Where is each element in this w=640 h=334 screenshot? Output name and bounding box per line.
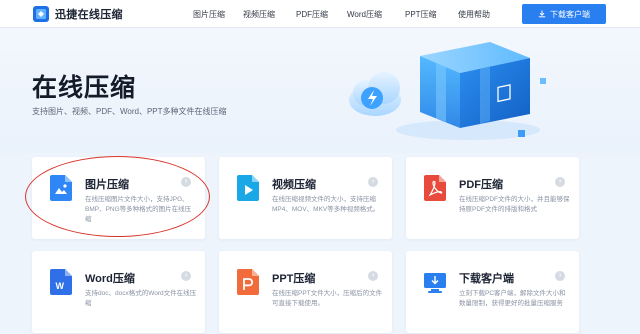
card-title: 视频压缩: [272, 179, 316, 191]
card-description: 在线压缩PDF文件的大小，并且能够保持原PDF文件的排版和格式: [459, 196, 570, 213]
card-description: 支持doc、docx格式的Word文件在线压缩: [85, 290, 197, 307]
image-file-icon: [50, 175, 72, 201]
nav-ppt-compress[interactable]: PPT压缩: [405, 9, 437, 20]
card-download-client[interactable]: 下载客户端 立刻下载PC客户端，解除文件大小和数量限制，获得更好的批量压缩服务 …: [406, 251, 579, 333]
chevron-right-icon: ›: [555, 271, 565, 281]
chevron-right-icon: ›: [555, 177, 565, 187]
card-title: PDF压缩: [459, 179, 503, 191]
nav-word-compress[interactable]: Word压缩: [347, 9, 382, 20]
ppt-file-icon: [237, 269, 259, 295]
card-title: 图片压缩: [85, 179, 129, 191]
download-icon: [538, 10, 546, 18]
card-image-compress[interactable]: 图片压缩 在线压缩图片文件大小，支持JPG、BMP、PNG等多种格式的图片在线压…: [32, 157, 205, 239]
top-header: 迅捷在线压缩 图片压缩 视频压缩 PDF压缩 Word压缩 PPT压缩 使用帮助…: [0, 0, 640, 28]
download-client-button[interactable]: 下载客户端: [522, 4, 606, 24]
hero-banner: 在线压缩 支持图片、视频、PDF、Word、PPT多种文件在线压缩: [0, 28, 640, 153]
nav-image-compress[interactable]: 图片压缩: [193, 9, 225, 20]
card-title: Word压缩: [85, 273, 135, 285]
card-pdf-compress[interactable]: PDF压缩 在线压缩PDF文件的大小，并且能够保持原PDF文件的排版和格式 ›: [406, 157, 579, 239]
logo-text: 迅捷在线压缩: [55, 9, 123, 21]
svg-text:W: W: [56, 281, 65, 291]
pdf-file-icon: [424, 175, 446, 201]
page-subtitle: 支持图片、视频、PDF、Word、PPT多种文件在线压缩: [32, 107, 227, 116]
logo[interactable]: 迅捷在线压缩: [32, 5, 123, 23]
card-description: 立刻下载PC客户端，解除文件大小和数量限制，获得更好的批量压缩服务: [459, 290, 566, 307]
chevron-right-icon: ›: [181, 177, 191, 187]
word-file-icon: W: [50, 269, 72, 295]
card-description: 在线压缩图片文件大小，支持JPG、BMP、PNG等多种格式的图片在线压缩: [85, 196, 192, 223]
desktop-download-icon: [424, 273, 446, 293]
video-file-icon: [237, 175, 259, 201]
cloud-icon: [349, 72, 401, 116]
card-word-compress[interactable]: W Word压缩 支持doc、docx格式的Word文件在线压缩 ›: [32, 251, 205, 333]
card-video-compress[interactable]: 视频压缩 在线压缩视频文件的大小，支持压缩MP4、MOV、MKV等多种视频格式。…: [219, 157, 392, 239]
card-description: 在线压缩视频文件的大小，支持压缩MP4、MOV、MKV等多种视频格式。: [272, 196, 380, 213]
nav-pdf-compress[interactable]: PDF压缩: [296, 9, 328, 20]
card-title: PPT压缩: [272, 273, 316, 285]
download-client-label: 下载客户端: [550, 9, 590, 19]
chevron-right-icon: ›: [181, 271, 191, 281]
compress-box-illustration: [349, 42, 546, 140]
logo-icon: [33, 6, 49, 22]
card-description: 在线压缩PPT文件大小，压缩后的文件可直接下载使用。: [272, 290, 383, 307]
card-title: 下载客户端: [459, 273, 514, 285]
chevron-right-icon: ›: [368, 271, 378, 281]
card-ppt-compress[interactable]: PPT压缩 在线压缩PPT文件大小，压缩后的文件可直接下载使用。 ›: [219, 251, 392, 333]
page-title: 在线压缩: [32, 74, 137, 102]
chevron-right-icon: ›: [368, 177, 378, 187]
nav-help[interactable]: 使用帮助: [458, 9, 490, 20]
nav-video-compress[interactable]: 视频压缩: [243, 9, 275, 20]
